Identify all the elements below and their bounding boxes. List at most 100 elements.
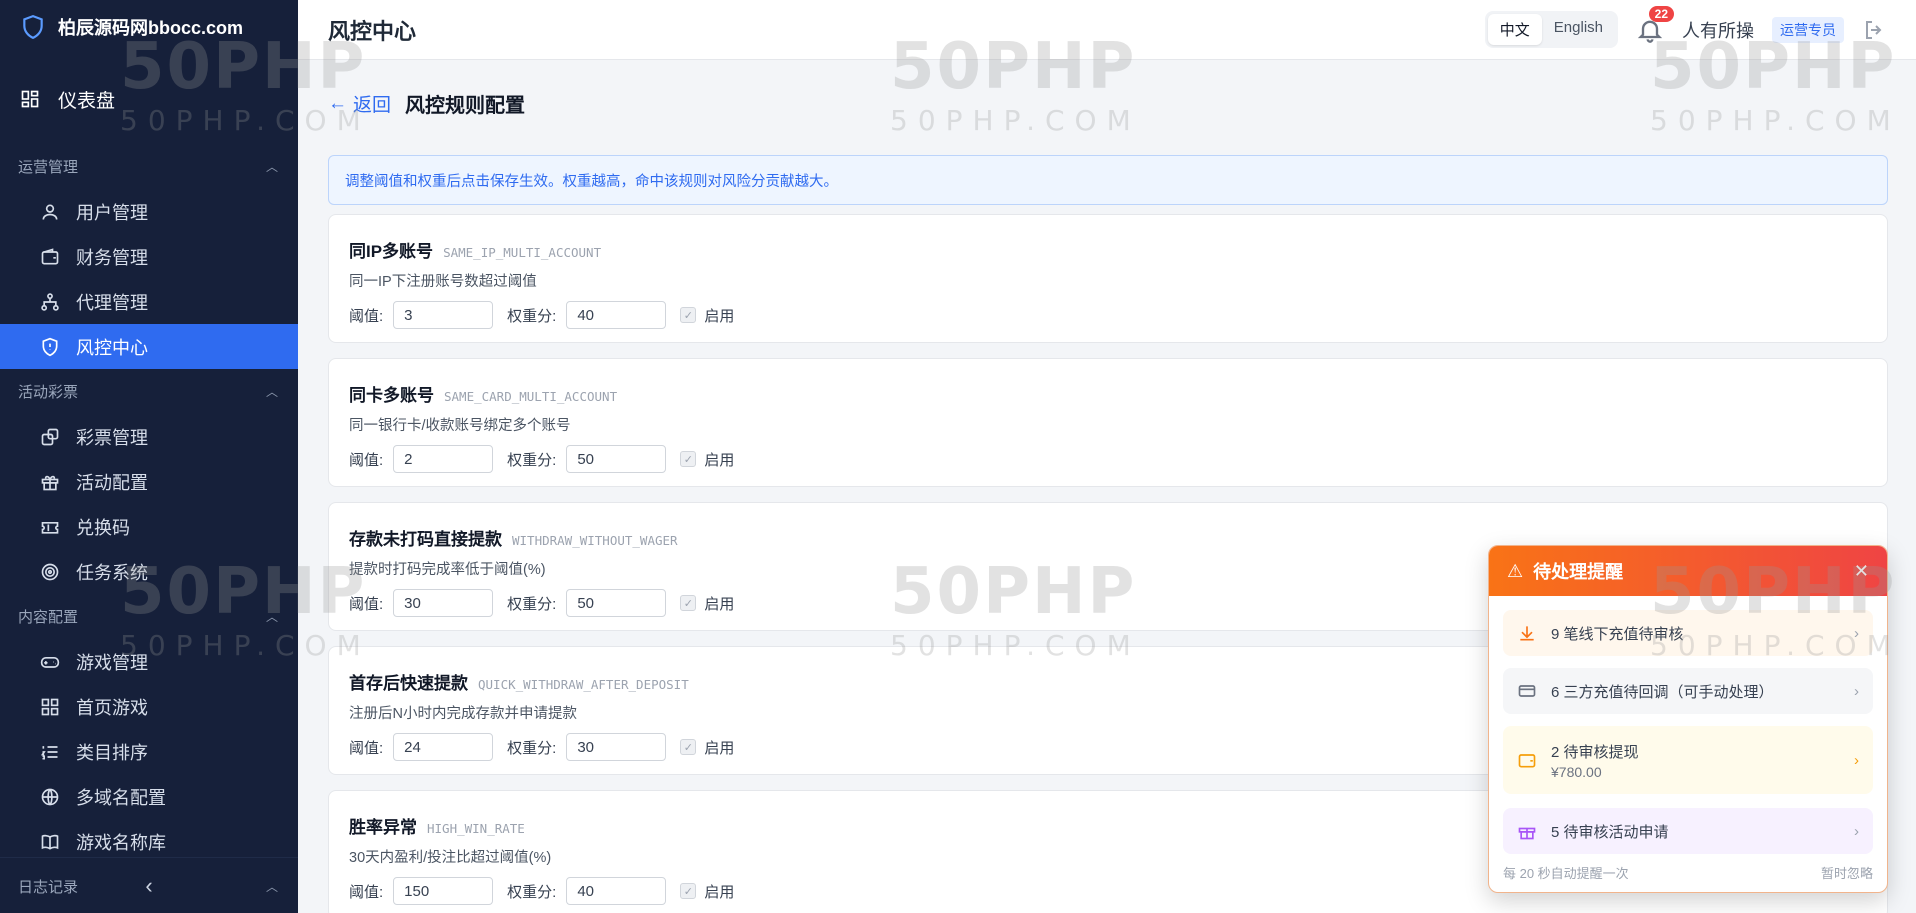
rule-code: QUICK_WITHDRAW_AFTER_DEPOSIT [478,677,689,692]
threshold-input[interactable]: 2 [393,445,494,473]
weight-label: 权重分: [507,595,557,613]
sidebar-item-category-sort[interactable]: 类目排序 [0,729,298,774]
ticket-icon [41,521,59,534]
sidebar-item-label: 游戏名称库 [76,832,166,853]
reminder-item-withdrawal[interactable]: 2 待审核提现 ¥780.00 › [1503,726,1873,794]
chevron-right-icon: › [1854,822,1859,840]
weight-input[interactable]: 30 [566,733,667,761]
shield-alert-icon [42,337,58,356]
enabled-label: 启用 [704,307,735,325]
group-title: 运营管理 [18,159,79,176]
sidebar-item-redeem-code[interactable]: 兑换码 [0,504,298,549]
brand-logo[interactable]: 柏辰源码网bbocc.com [0,0,298,54]
sidebar-item-users[interactable]: 用户管理 [0,189,298,234]
sidebar-item-label: 彩票管理 [76,427,148,448]
weight-label: 权重分: [507,307,557,325]
back-link[interactable]: ← 返回 [328,90,391,117]
rule-code: WITHDRAW_WITHOUT_WAGER [512,533,678,548]
enabled-label: 启用 [704,595,735,613]
sidebar-item-label: 游戏管理 [76,652,148,673]
enabled-checkbox[interactable]: ✓ [680,739,697,755]
target-icon [41,563,59,580]
page-header-title: 风控中心 [328,18,417,44]
shield-logo-icon [23,15,43,40]
sidebar-item-multi-domain[interactable]: 多域名配置 [0,774,298,819]
popup-header: ⚠ 待处理提醒 ✕ [1489,546,1887,596]
sidebar-item-tasks[interactable]: 任务系统 [0,549,298,594]
sidebar-item-lottery[interactable]: 彩票管理 [0,414,298,459]
chevron-right-icon: › [1854,682,1859,700]
reminder-item-activity[interactable]: 5 待审核活动申请 › [1503,808,1873,854]
weight-label: 权重分: [507,739,557,757]
lang-zh-button[interactable]: 中文 [1487,14,1542,45]
sidebar-item-label: 多域名配置 [76,787,166,808]
rule-code: SAME_CARD_MULTI_ACCOUNT [444,389,618,404]
enabled-label: 启用 [704,451,735,469]
page-title: 风控规则配置 [405,95,526,117]
rule-card: 同卡多账号 SAME_CARD_MULTI_ACCOUNT 同一银行卡/收款账号绑定… [328,358,1888,487]
sidebar-item-dashboard[interactable]: 仪表盘 [0,54,298,144]
reminder-text: 5 待审核活动申请 [1551,823,1669,841]
enabled-label: 启用 [704,739,735,757]
rule-description: 同一银行卡/收款账号绑定多个账号 [349,418,571,434]
reminder-item-third-party-deposit[interactable]: 6 三方充值待回调（可手动处理） › [1503,668,1873,714]
sidebar: 柏辰源码网bbocc.com 仪表盘 运营管理 ︿ 用户管理 财务管理 代理管理… [0,0,298,913]
chevron-right-icon: › [1854,751,1859,769]
rule-card: 同IP多账号 SAME_IP_MULTI_ACCOUNT 同一IP下注册账号数超过阈… [328,214,1888,343]
sidebar-item-risk-control[interactable]: 风控中心 [0,324,298,369]
user-name[interactable]: 人有所操 [1682,17,1754,43]
threshold-label: 阈值: [349,595,384,613]
logout-icon[interactable] [1862,18,1886,42]
gift-icon [1518,827,1536,840]
sidebar-item-label: 代理管理 [76,292,148,313]
rule-name: 同卡多账号 [349,386,434,405]
sidebar-collapse-button[interactable]: ‹ [0,857,298,913]
enabled-checkbox[interactable]: ✓ [680,883,697,899]
info-notice: 调整阈值和权重后点击保存生效。权重越高，命中该规则对风险分贡献越大。 [328,155,1888,205]
sidebar-item-agents[interactable]: 代理管理 [0,279,298,324]
weight-label: 权重分: [507,883,557,901]
sidebar-group-activities[interactable]: 活动彩票 ︿ [0,369,298,414]
language-switcher: 中文 English [1484,11,1618,48]
pending-reminder-popup: ⚠ 待处理提醒 ✕ 9 笔线下充值待审核 › 6 三方充值待回调（可手动处理） … [1488,545,1888,893]
gamepad-icon [40,656,60,668]
weight-input[interactable]: 50 [566,445,667,473]
weight-input[interactable]: 40 [566,877,667,905]
back-label: 返回 [353,95,392,116]
sidebar-item-games[interactable]: 游戏管理 [0,639,298,684]
ignore-button[interactable]: 暂时忽略 [1821,863,1873,882]
enabled-checkbox[interactable]: ✓ [680,307,697,323]
reminder-item-offline-deposit[interactable]: 9 笔线下充值待审核 › [1503,610,1873,656]
threshold-input[interactable]: 24 [393,733,494,761]
auto-reminder-note: 每 20 秒自动提醒一次 [1503,866,1629,881]
sidebar-item-label: 兑换码 [76,517,130,538]
close-icon[interactable]: ✕ [1854,561,1869,582]
role-badge: 运营专员 [1772,16,1844,43]
lang-en-button[interactable]: English [1542,14,1615,45]
threshold-label: 阈值: [349,883,384,901]
download-icon [1520,626,1534,641]
enabled-checkbox[interactable]: ✓ [680,595,697,611]
threshold-input[interactable]: 3 [393,301,494,329]
sidebar-item-label: 财务管理 [76,247,148,268]
top-header: 风控中心 中文 English 22 人有所操 运营专员 [298,0,1916,60]
notifications-button[interactable]: 22 [1636,5,1674,44]
sidebar-group-content[interactable]: 内容配置 ︿ [0,594,298,639]
sidebar-group-operations[interactable]: 运营管理 ︿ [0,144,298,189]
sidebar-item-label: 用户管理 [76,202,148,223]
threshold-input[interactable]: 30 [393,589,494,617]
sidebar-item-finance[interactable]: 财务管理 [0,234,298,279]
group-title: 活动彩票 [18,384,79,401]
reminder-amount: ¥780.00 [1551,763,1602,780]
user-icon [42,204,58,220]
weight-input[interactable]: 40 [566,301,667,329]
chevron-up-icon: ︿ [265,385,278,399]
sidebar-item-activity-config[interactable]: 活动配置 [0,459,298,504]
warning-icon: ⚠ [1507,560,1524,581]
card-icon [1518,685,1536,697]
weight-input[interactable]: 50 [566,589,667,617]
threshold-input[interactable]: 150 [393,877,494,905]
sidebar-item-home-games[interactable]: 首页游戏 [0,684,298,729]
enabled-checkbox[interactable]: ✓ [680,451,697,467]
gift-icon [41,475,59,490]
